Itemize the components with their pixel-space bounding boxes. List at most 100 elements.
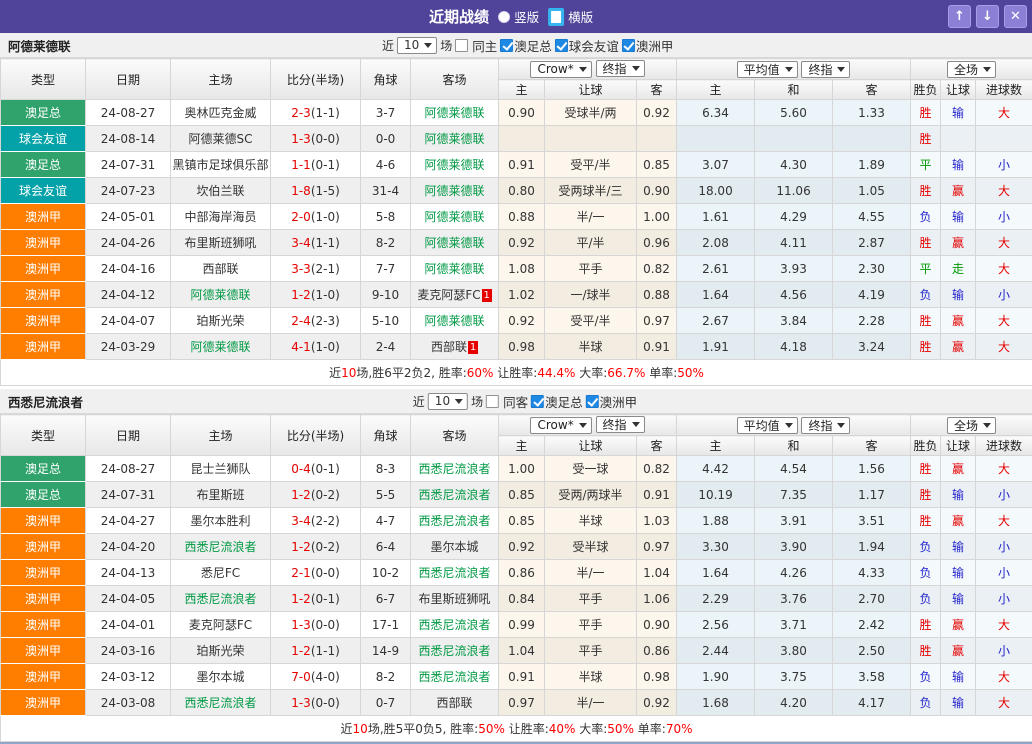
avg-home-odds: [677, 126, 755, 152]
avg-home-odds: 2.29: [677, 586, 755, 612]
result-outcome: 胜: [911, 456, 941, 482]
fulltime-score: 1-2: [291, 540, 311, 554]
result-goals: 大: [976, 508, 1032, 534]
home-team-cell: 珀斯光荣: [171, 638, 271, 664]
match-type-badge: 澳洲甲: [1, 586, 86, 612]
bookmaker-stage-select-value: 终指: [603, 416, 627, 433]
league-filter[interactable]: 澳洲甲: [586, 392, 638, 411]
league-checkbox[interactable]: [622, 39, 635, 52]
match-date: 24-03-08: [86, 690, 171, 716]
result-handicap: 赢: [941, 178, 976, 204]
away-team-cell: 西部联1: [411, 334, 499, 360]
home-team: 墨尔本城: [196, 670, 244, 684]
scope-select[interactable]: 全场: [947, 417, 996, 434]
home-team-cell: 奥林匹克金威: [171, 100, 271, 126]
layout-radio-vertical[interactable]: 竖版: [498, 7, 539, 26]
bookmaker-stage-select[interactable]: 终指: [596, 416, 645, 433]
average-select[interactable]: 平均值: [737, 61, 798, 78]
summary-text: 场,胜5平0负5, 胜率:: [368, 722, 478, 736]
summary-text: 让胜率:: [505, 722, 549, 736]
halftime-score: (0-0): [311, 566, 340, 580]
red-card-badge: 1: [482, 289, 492, 302]
bookmaker-stage-select[interactable]: 终指: [596, 60, 645, 77]
summary-text: 70%: [666, 722, 693, 736]
table-row: 球会友谊24-08-14阿德莱德SC1-3(0-0)0-0阿德莱德联胜: [1, 126, 1032, 152]
recent-count-select[interactable]: 10: [397, 37, 437, 54]
league-filter[interactable]: 澳洲甲: [622, 36, 674, 55]
handicap-home-odds: 0.85: [499, 508, 545, 534]
avg-home-odds: 2.56: [677, 612, 755, 638]
fulltime-score: 7-0: [291, 670, 311, 684]
halftime-score: (2-3): [311, 314, 340, 328]
league-filter[interactable]: 澳足总: [500, 36, 552, 55]
away-team-cell: 西悉尼流浪者: [411, 612, 499, 638]
result-goals: 大: [976, 456, 1032, 482]
home-team: 悉尼FC: [201, 566, 240, 580]
move-down-button[interactable]: ↓: [976, 5, 999, 28]
away-team-cell: 布里斯班狮吼: [411, 586, 499, 612]
average-stage-select[interactable]: 终指: [801, 61, 850, 78]
avg-away-odds: 4.55: [833, 204, 911, 230]
home-team-cell: 麦克阿瑟FC: [171, 612, 271, 638]
scope-select[interactable]: 全场: [947, 61, 996, 78]
same-venue-filter[interactable]: 同主: [455, 36, 497, 55]
match-type-badge: 澳足总: [1, 456, 86, 482]
away-team-cell: 西悉尼流浪者: [411, 638, 499, 664]
move-up-button[interactable]: ↑: [948, 5, 971, 28]
summary-text: 让胜率:: [493, 366, 537, 380]
same-venue-checkbox[interactable]: [455, 39, 468, 52]
column-header: 日期: [86, 415, 171, 456]
league-filter[interactable]: 球会友谊: [555, 36, 619, 55]
team-filter-bar: 西悉尼流浪者近10场 同客澳足总澳洲甲: [0, 389, 1032, 414]
same-venue-filter[interactable]: 同客: [486, 392, 528, 411]
league-checkbox[interactable]: [531, 395, 544, 408]
result-handicap: 输: [941, 100, 976, 126]
handicap-home-odds: 0.97: [499, 690, 545, 716]
handicap-home-odds: 1.00: [499, 456, 545, 482]
corner-score: 8-2: [361, 230, 411, 256]
average-stage-select[interactable]: 终指: [801, 417, 850, 434]
handicap-home-odds: 0.92: [499, 308, 545, 334]
avg-home-odds: 2.67: [677, 308, 755, 334]
recent-count-select[interactable]: 10: [428, 393, 468, 410]
league-filter[interactable]: 澳足总: [531, 392, 583, 411]
fulltime-score: 1-8: [291, 184, 311, 198]
fulltime-score: 1-2: [291, 592, 311, 606]
handicap-home-odds: 0.90: [499, 100, 545, 126]
handicap-away-odds: 1.04: [637, 560, 677, 586]
league-checkbox[interactable]: [500, 39, 513, 52]
table-row: 澳洲甲24-03-12墨尔本城7-0(4-0)8-2西悉尼流浪者0.91半球0.…: [1, 664, 1032, 690]
result-goals: 小: [976, 152, 1032, 178]
league-checkbox[interactable]: [586, 395, 599, 408]
league-checkbox[interactable]: [555, 39, 568, 52]
dropdown-arrow-icon: [837, 67, 845, 72]
avg-away-odds: 1.05: [833, 178, 911, 204]
home-team: 中部海岸海员: [184, 210, 256, 224]
summary-row: 近10场,胜6平2负2, 胜率:60% 让胜率:44.4% 大率:66.7% 单…: [1, 360, 1032, 386]
avg-home-odds: 6.34: [677, 100, 755, 126]
home-team: 珀斯光荣: [196, 314, 244, 328]
average-select[interactable]: 平均值: [737, 417, 798, 434]
avg-away-odds: 1.89: [833, 152, 911, 178]
home-team-cell: 布里斯班: [171, 482, 271, 508]
same-venue-checkbox[interactable]: [486, 395, 499, 408]
close-button[interactable]: ✕: [1004, 5, 1027, 28]
home-team-cell: 珀斯光荣: [171, 308, 271, 334]
handicap-home-odds: 0.80: [499, 178, 545, 204]
match-date: 24-04-12: [86, 282, 171, 308]
bookmaker-select[interactable]: Crow*: [530, 417, 591, 434]
match-type-badge: 球会友谊: [1, 178, 86, 204]
dropdown-arrow-icon: [785, 67, 793, 72]
avg-away-odds: 1.17: [833, 482, 911, 508]
layout-radio-horizontal[interactable]: 横版: [548, 7, 593, 26]
halftime-score: (0-0): [311, 696, 340, 710]
home-team-cell: 黑镇市足球俱乐部: [171, 152, 271, 178]
handicap-away-odds: 0.82: [637, 456, 677, 482]
handicap-away-odds: 0.97: [637, 534, 677, 560]
fulltime-score: 3-4: [291, 236, 311, 250]
handicap-away-odds: 1.06: [637, 586, 677, 612]
home-team-cell: 坎伯兰联: [171, 178, 271, 204]
scope-select-group: 全场: [911, 59, 1032, 80]
match-type-badge: 球会友谊: [1, 126, 86, 152]
bookmaker-select[interactable]: Crow*: [530, 61, 591, 78]
